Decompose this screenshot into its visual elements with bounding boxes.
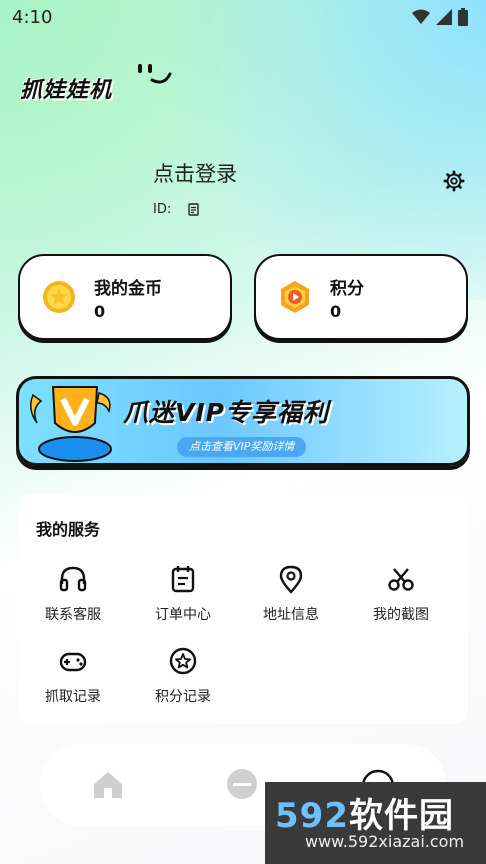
service-label: 抓取记录 <box>45 689 101 705</box>
service-label: 我的截图 <box>373 607 429 623</box>
points-title: 积分 <box>330 279 364 299</box>
service-label: 联系客服 <box>45 607 101 623</box>
service-label: 积分记录 <box>155 689 211 705</box>
user-id-label: ID: <box>153 202 172 217</box>
status-time: 4:10 <box>12 7 53 28</box>
service-label: 地址信息 <box>263 607 319 623</box>
points-hexagon-icon <box>281 281 309 313</box>
service-label: 订单中心 <box>155 607 211 623</box>
coins-title: 我的金币 <box>94 279 162 299</box>
service-address[interactable]: 地址信息 <box>236 564 346 624</box>
points-card[interactable]: 积分 0 <box>254 254 468 340</box>
coins-card[interactable]: 我的金币 0 <box>18 254 232 340</box>
app-logo-text: 抓娃娃机 <box>20 78 113 103</box>
gold-coin-icon <box>43 281 75 313</box>
order-icon <box>171 566 195 593</box>
gamepad-icon <box>59 652 87 672</box>
signal-icon <box>436 9 452 25</box>
star-icon <box>169 647 197 675</box>
services-title: 我的服务 <box>36 520 101 539</box>
location-icon <box>279 565 303 594</box>
status-bar: 4:10 <box>0 0 486 36</box>
service-customer-support[interactable]: 联系客服 <box>18 564 128 624</box>
tab-machine-icon[interactable] <box>222 764 262 804</box>
login-link[interactable]: 点击登录 <box>153 158 237 188</box>
battery-icon <box>458 8 468 26</box>
vip-badge-icon <box>30 386 112 462</box>
status-icons <box>412 8 468 26</box>
coins-value: 0 <box>94 302 106 321</box>
service-orders[interactable]: 订单中心 <box>128 564 238 624</box>
service-points-records[interactable]: 积分记录 <box>128 646 238 706</box>
wifi-icon <box>412 9 430 24</box>
watermark-url: www.592xiazai.com <box>305 832 465 851</box>
settings-gear-icon[interactable] <box>443 170 465 192</box>
headset-icon <box>59 566 87 592</box>
watermark-brand: 592软件园 <box>275 788 454 837</box>
vip-banner[interactable]: 爪迷VIP专享福利 点击查看VIP奖励详情 <box>16 376 470 466</box>
points-value: 0 <box>330 302 342 321</box>
app-logo: 抓娃娃机 <box>20 58 172 108</box>
tab-home-icon[interactable] <box>88 764 128 804</box>
my-services-panel: 我的服务 联系客服 订单中心 地址信息 我的截图 抓取记录 积分记录 <box>18 494 468 724</box>
smile-icon <box>138 64 172 84</box>
scissors-icon <box>388 568 414 591</box>
watermark: 592软件园 www.592xiazai.com <box>265 782 486 864</box>
vip-subtitle: 点击查看VIP奖励详情 <box>177 437 307 457</box>
copy-icon[interactable] <box>187 203 199 216</box>
service-screenshots[interactable]: 我的截图 <box>346 564 456 624</box>
service-catch-records[interactable]: 抓取记录 <box>18 646 128 706</box>
vip-title: 爪迷VIP专享福利 <box>123 398 329 427</box>
user-id-row: ID: <box>153 202 199 217</box>
watermark-brand-number: 592 <box>275 796 349 836</box>
watermark-brand-text: 软件园 <box>348 796 454 836</box>
